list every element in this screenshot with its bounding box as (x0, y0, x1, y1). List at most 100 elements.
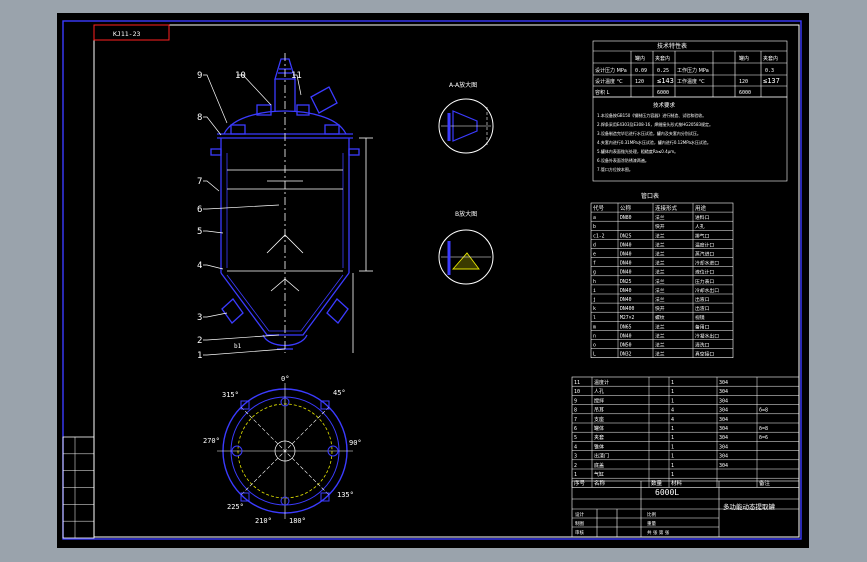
parts-list-cell: 1 (574, 472, 577, 478)
parts-list-cell: 夹套 (594, 434, 604, 441)
tech-table-cells: 罐内 夹套内 罐内 夹套内 设计压力 MPa 0.09 0.25 工作压力 MP… (595, 55, 780, 96)
nozzle-table-header-cell: 公称 (620, 204, 632, 212)
parts-list-cell: 1 (671, 426, 674, 432)
nozzle-table-cell: f (593, 261, 596, 267)
svg-text:工作压力 MPa: 工作压力 MPa (677, 67, 709, 74)
nozzle-table-cell: 法兰 (655, 342, 665, 349)
nozzle-table-cell: 法兰 (655, 232, 665, 239)
parts-list-cell: 4 (671, 408, 674, 414)
svg-text:120: 120 (739, 79, 748, 85)
nozzle-table-cell: L (593, 352, 596, 358)
product-name: 多功能动态提取罐 (723, 502, 776, 511)
drawing-viewport[interactable]: KJ11-23 9 10 11 8 7 6 5 4 3 2 1 b1 0° 45… (57, 13, 809, 548)
parts-list: 11 温度计 1 30410 人孔 1 3049 搅拌 1 3048 吊耳 4 304 δ=87 支座 4 30… (571, 376, 800, 488)
nozzle-table-cell: 快开 (655, 223, 665, 230)
parts-list-cell: 3 (574, 454, 577, 460)
svg-text:3.设备制造完毕后进行水压试验，罐内及夹套内分别试压。: 3.设备制造完毕后进行水压试验，罐内及夹套内分别试压。 (597, 130, 701, 136)
svg-text:重量: 重量 (647, 520, 656, 527)
revision-block (62, 436, 95, 539)
nozzle-table-cell: h (593, 279, 596, 285)
nozzle-table-cell: 压力表口 (695, 278, 714, 285)
parts-list-cell: 304 (719, 426, 728, 432)
parts-list-cell: 304 (719, 463, 728, 469)
svg-text:≤137: ≤137 (763, 77, 780, 85)
nozzle-table-cell: 进料口 (695, 214, 710, 221)
parts-list-cell: 2 (574, 463, 577, 469)
nozzle-table-cell: 法兰 (655, 251, 665, 258)
parts-list-cell: 1 (671, 389, 674, 395)
nozzle-table-cell: DN80 (620, 215, 632, 221)
svg-text:设计: 设计 (575, 511, 584, 518)
nozzle-table-cell: 法兰 (655, 269, 665, 276)
parts-list-cell: 支座 (594, 416, 604, 423)
parts-list-header-cell: 名称 (594, 479, 606, 487)
parts-list-cell: 304 (719, 408, 728, 414)
callout-leaders (203, 74, 302, 356)
nozzle-table-cell: 液位计口 (695, 269, 714, 276)
nozzle-table-cell: DN40 (620, 242, 632, 248)
parts-list-cell: 1 (671, 380, 674, 386)
nozzle-table-cell: DN40 (620, 288, 632, 294)
nozzle-table-cell: DN40 (620, 297, 632, 303)
svg-text:0.25: 0.25 (657, 68, 669, 74)
drawing-code-box: KJ11-23 (93, 24, 170, 41)
parts-list-cell: δ=8 (759, 426, 768, 432)
svg-text:夹套内: 夹套内 (655, 55, 670, 62)
tech-notes: 技术要求 1.本设备按GB150《钢制压力容器》进行制造、试验和验收。 2.焊条… (592, 96, 788, 182)
parts-list-cell: 6 (574, 426, 577, 432)
nozzle-table-cell: M27×2 (620, 315, 635, 321)
callout-4: 4 (197, 261, 202, 271)
nozzle-table-cell: DN40 (620, 261, 632, 267)
callout-11: 11 (291, 71, 302, 81)
parts-list-cell: 5 (574, 435, 577, 441)
svg-text:制图: 制图 (575, 520, 584, 527)
nozzle-table-cell: 视镜 (695, 314, 705, 321)
title-block-text: 6000L 多功能动态提取罐 设计 制图 审核 比例 重量 共 张 第 张 (575, 488, 776, 536)
nozzle-table-cell: e (593, 253, 596, 258)
angle-210: 210° (255, 517, 272, 525)
parts-list-cell: 304 (719, 417, 728, 423)
nozzle-table-cell: 法兰 (655, 296, 665, 303)
nozzle-table-cell: 真空接口 (695, 351, 714, 358)
parts-list-cell: 11 (574, 380, 580, 386)
nozzle-table-header-cell: 用途 (695, 204, 707, 212)
nozzle-table-cell: i (593, 288, 596, 294)
parts-list-cell: 9 (574, 398, 577, 404)
parts-list-cell: 温度计 (594, 379, 609, 386)
nozzle-table: 代号 公称 连接形式 用途a DN80 法兰 进料口b 快开 人孔c1-2 DN25 法兰 排气口d D… (590, 202, 734, 358)
nozzle-table-cell: o (593, 344, 596, 349)
nozzle-table-cell: DN40 (620, 270, 632, 276)
callout-9: 9 (197, 71, 202, 81)
svg-text:工作温度 °C: 工作温度 °C (677, 78, 705, 85)
nozzle-table-cell: 出液口 (695, 296, 710, 303)
svg-text:4.夹套内进行0.31MPa水压试验，罐内进行0.12MPa: 4.夹套内进行0.31MPa水压试验，罐内进行0.12MPa水压试验。 (597, 139, 711, 145)
nozzle-table-cell: g (593, 271, 596, 276)
parts-list-cell: 人孔 (594, 388, 604, 395)
parts-list-cell: 1 (671, 398, 674, 404)
nozzle-table-cell: 螺纹 (655, 314, 665, 321)
nozzle-table-header-cell: 连接形式 (655, 204, 678, 212)
parts-list-cell: 4 (574, 444, 577, 450)
nozzle-table-cell: 冷却水进口 (695, 260, 719, 267)
parts-list-cell: 吊耳 (594, 408, 604, 414)
svg-text:6.设备外表面涂防锈漆两遍。: 6.设备外表面涂防锈漆两遍。 (597, 157, 649, 163)
nozzle-table-cell: 蒸汽进口 (695, 251, 714, 258)
plan-view (217, 383, 353, 519)
svg-text:6000: 6000 (739, 90, 751, 96)
callout-6: 6 (197, 205, 202, 215)
nozzle-table-cell: a (593, 216, 596, 221)
parts-list-cell: 1 (671, 435, 674, 441)
nozzle-table-cell: 法兰 (655, 278, 665, 285)
vessel-inner-lines (227, 53, 373, 353)
svg-text:罐内: 罐内 (739, 55, 749, 62)
svg-text:比例: 比例 (647, 511, 656, 518)
svg-text:共 张 第 张: 共 张 第 张 (647, 529, 670, 536)
parts-list-cell: 304 (719, 389, 728, 395)
angle-180: 180° (289, 517, 306, 525)
parts-list-header-cell: 备注 (759, 479, 771, 487)
drawing-code: KJ11-23 (113, 30, 140, 38)
parts-list-cell: 出渣门 (594, 453, 609, 460)
parts-list-cell: 1 (671, 472, 674, 478)
parts-list-cell: 1 (671, 463, 674, 469)
svg-text:6000: 6000 (657, 90, 669, 96)
